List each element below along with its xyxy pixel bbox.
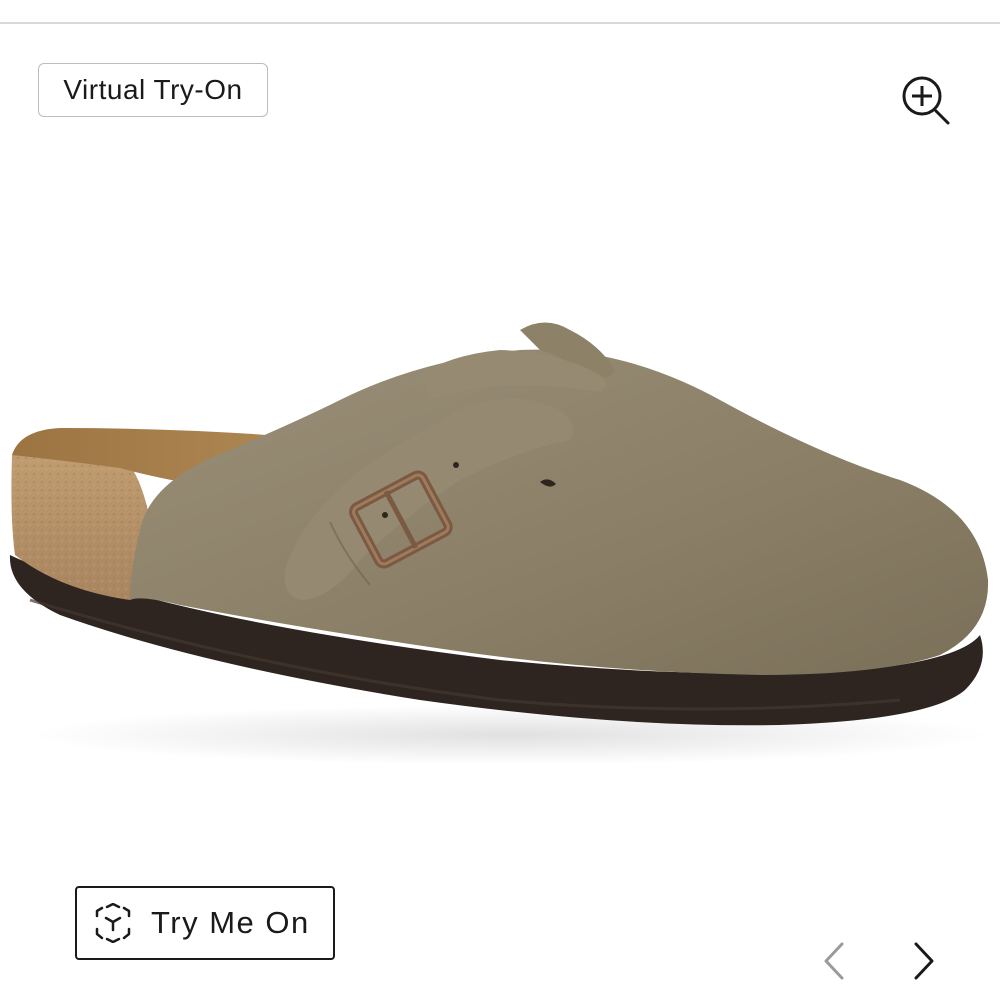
chevron-left-icon[interactable] xyxy=(814,936,854,986)
zoom-in-icon[interactable] xyxy=(896,72,956,128)
try-me-on-button[interactable]: Try Me On xyxy=(75,886,335,960)
chevron-right-icon[interactable] xyxy=(904,936,944,986)
ar-cube-icon xyxy=(93,902,133,944)
top-divider xyxy=(0,22,1000,24)
product-image[interactable] xyxy=(0,190,1000,840)
product-image-viewer: Virtual Try-On Try Me On xyxy=(0,0,1000,1000)
virtual-try-on-button[interactable]: Virtual Try-On xyxy=(38,63,268,117)
try-me-on-label: Try Me On xyxy=(151,905,310,940)
